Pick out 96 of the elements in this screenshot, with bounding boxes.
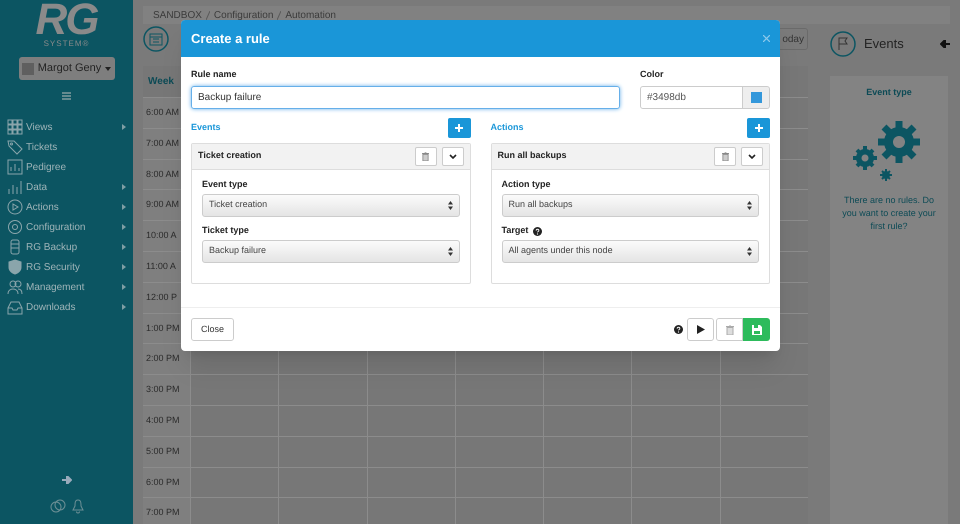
add-button[interactable] <box>747 118 770 138</box>
chevron-icon <box>122 304 126 310</box>
nav-item[interactable]: RG Backup <box>0 237 133 257</box>
gear-icon <box>7 219 23 235</box>
bar-chart-icon <box>7 179 23 195</box>
nav-item[interactable]: Tickets <box>0 137 133 157</box>
calendar-icon <box>143 26 169 52</box>
breadcrumb-link[interactable]: Configuration <box>214 8 274 22</box>
chevron-down-icon <box>448 154 456 158</box>
play-icon <box>7 199 23 215</box>
nav-item[interactable]: RG Security <box>0 257 133 277</box>
field-label: Event type <box>202 178 248 192</box>
chat-icon[interactable] <box>50 499 66 513</box>
avatar-icon <box>22 62 34 74</box>
select-field[interactable]: Backup failure <box>202 240 460 262</box>
breadcrumb-link[interactable]: SANDBOX <box>153 8 202 22</box>
card-title: Event type <box>866 86 912 99</box>
breadcrumb-separator <box>206 10 210 20</box>
field-label: Ticket type <box>202 224 249 238</box>
chevron-icon <box>122 264 126 270</box>
chevron-icon <box>122 224 126 230</box>
trash-icon <box>422 152 429 160</box>
chevron-icon <box>122 244 126 250</box>
field-label: Action type <box>502 178 551 192</box>
nav-item[interactable]: Downloads <box>0 297 133 317</box>
collapse-button[interactable] <box>442 146 464 166</box>
menu-icon[interactable] <box>62 92 71 100</box>
add-button[interactable] <box>448 118 470 138</box>
bell-icon[interactable] <box>72 499 84 514</box>
nav-item[interactable]: Configuration <box>0 217 133 237</box>
time-label: 4:00 PM <box>143 406 190 436</box>
color-swatch-button[interactable] <box>743 86 770 108</box>
breadcrumb-link[interactable]: Automation <box>285 8 336 22</box>
expand-arrow-icon[interactable] <box>62 476 72 484</box>
dialog-title: Create a rule <box>191 30 270 48</box>
close-icon[interactable] <box>763 35 770 42</box>
rule-name-field[interactable]: Backup failure <box>191 86 620 108</box>
trash-icon <box>722 152 728 160</box>
nav-item[interactable]: Views <box>0 117 133 137</box>
time-label: 2:00 PM <box>143 344 190 374</box>
tag-icon <box>7 139 23 155</box>
color-field[interactable]: #3498db <box>640 86 743 108</box>
card-title: Ticket creation <box>198 149 262 162</box>
shield-icon <box>7 259 23 275</box>
nav-item[interactable]: Pedigree <box>0 157 133 177</box>
chevron-icon <box>122 284 126 290</box>
nav-item[interactable]: Data <box>0 177 133 197</box>
save-button[interactable] <box>743 318 770 341</box>
updown-icon <box>448 246 452 256</box>
plus-icon <box>455 124 463 132</box>
caret-icon <box>105 66 112 70</box>
chart-icon <box>7 159 23 175</box>
chevron-icon <box>122 204 126 210</box>
nav-item[interactable]: Actions <box>0 197 133 217</box>
section-title: Events <box>191 120 222 134</box>
run-button[interactable] <box>687 318 714 341</box>
field-label: Target <box>502 224 528 238</box>
select-field[interactable]: Run all backups <box>502 194 759 216</box>
collapse-button[interactable] <box>741 146 763 166</box>
card-title: Run all backups <box>498 149 568 162</box>
field-label: Color <box>640 68 664 81</box>
time-label: 5:00 PM <box>143 436 190 467</box>
help-icon[interactable] <box>533 226 542 236</box>
delete-button[interactable] <box>714 146 736 166</box>
updown-icon <box>747 200 752 210</box>
chevron-icon <box>122 124 126 130</box>
breadcrumb-separator <box>277 10 282 20</box>
empty-message: There are no rules. Do you want to create your first rule? <box>841 194 937 232</box>
select-field[interactable]: Ticket creation <box>202 194 460 216</box>
play-icon <box>696 325 704 334</box>
plus-icon <box>754 124 762 132</box>
field-label: Rule name <box>191 68 238 81</box>
chevron-down-icon <box>748 154 756 158</box>
panel-title: Events <box>864 35 904 54</box>
updown-icon <box>448 200 452 210</box>
week-label: Week <box>148 75 174 89</box>
delete-button[interactable] <box>414 146 436 166</box>
time-label: 3:00 PM <box>143 375 190 405</box>
back-arrow-icon[interactable] <box>940 40 950 48</box>
grid-icon <box>7 119 23 135</box>
color-swatch <box>750 92 762 102</box>
close-button[interactable]: Close <box>191 318 234 341</box>
section-title: Actions <box>490 120 525 134</box>
nav-item[interactable]: Management <box>0 277 133 297</box>
people-icon <box>7 279 23 295</box>
time-label: 7:00 PM <box>143 498 190 524</box>
time-label: 6:00 PM <box>143 468 190 498</box>
save-icon <box>752 324 762 334</box>
updown-icon <box>747 246 752 256</box>
tray-icon <box>7 299 23 315</box>
chevron-icon <box>122 184 126 190</box>
help-icon[interactable] <box>674 325 683 334</box>
user-menu-button[interactable]: Margot Geny <box>18 57 114 80</box>
select-field[interactable]: All agents under this node <box>502 240 759 262</box>
trash-icon <box>726 324 734 334</box>
flag-icon <box>830 31 856 57</box>
